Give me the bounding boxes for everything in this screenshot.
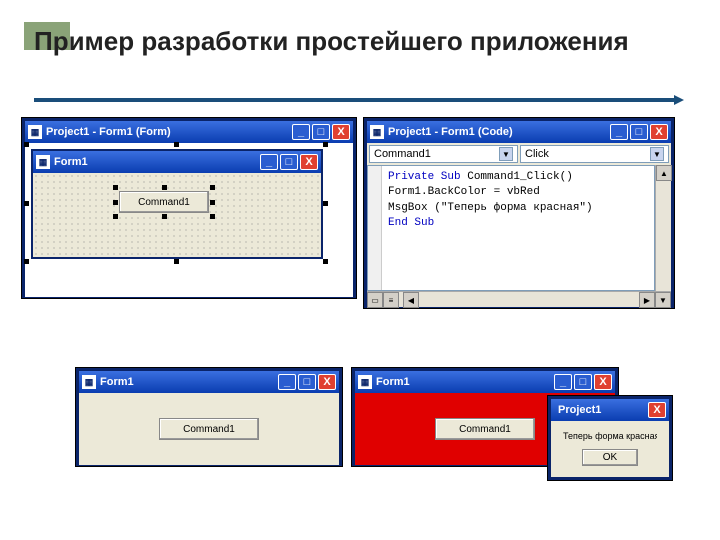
runtime-after-title: Form1 bbox=[376, 376, 552, 388]
object-dropdown-value: Command1 bbox=[374, 148, 431, 160]
maximize-button[interactable]: □ bbox=[298, 374, 316, 390]
scroll-left-icon[interactable]: ◀ bbox=[403, 292, 419, 308]
maximize-button[interactable]: □ bbox=[574, 374, 592, 390]
minimize-button[interactable]: _ bbox=[554, 374, 572, 390]
vb-icon: ▦ bbox=[370, 125, 384, 139]
designer-inner-titlebar[interactable]: ▦ Form1 _ □ X bbox=[33, 151, 321, 173]
maximize-button[interactable]: □ bbox=[630, 124, 648, 140]
view-full-icon[interactable]: ▭ bbox=[367, 292, 383, 308]
close-button[interactable]: X bbox=[594, 374, 612, 390]
minimize-button[interactable]: _ bbox=[278, 374, 296, 390]
msgbox-ok-button[interactable]: OK bbox=[582, 449, 638, 466]
minimize-button[interactable]: _ bbox=[260, 154, 278, 170]
runtime-before-titlebar[interactable]: ▦ Form1 _ □ X bbox=[79, 371, 339, 393]
close-button[interactable]: X bbox=[650, 124, 668, 140]
close-button[interactable]: X bbox=[332, 124, 350, 140]
event-dropdown[interactable]: Click ▼ bbox=[520, 145, 669, 163]
object-dropdown[interactable]: Command1 ▼ bbox=[369, 145, 518, 163]
designer-outer-title: Project1 - Form1 (Form) bbox=[46, 126, 290, 138]
form-icon: ▦ bbox=[358, 375, 372, 389]
code-line-2: Form1.BackColor = vbRed bbox=[388, 185, 648, 200]
code-title: Project1 - Form1 (Code) bbox=[388, 126, 608, 138]
code-editor[interactable]: Private Sub Command1_Click() Form1.BackC… bbox=[367, 165, 655, 291]
minimize-button[interactable]: _ bbox=[610, 124, 628, 140]
designer-inner-window: ▦ Form1 _ □ X Command1 bbox=[31, 149, 323, 259]
maximize-button[interactable]: □ bbox=[312, 124, 330, 140]
runtime-before-window: ▦ Form1 _ □ X Command1 bbox=[76, 368, 342, 466]
runtime-before-title: Form1 bbox=[100, 376, 276, 388]
vertical-scrollbar[interactable]: ▲ bbox=[655, 165, 671, 291]
designer-outer-titlebar[interactable]: ▦ Project1 - Form1 (Form) _ □ X bbox=[25, 121, 353, 143]
code-line-1: Private Sub Command1_Click() bbox=[388, 170, 648, 185]
close-button[interactable]: X bbox=[318, 374, 336, 390]
close-button[interactable]: X bbox=[648, 402, 666, 418]
form-icon: ▦ bbox=[36, 155, 50, 169]
form-icon: ▦ bbox=[82, 375, 96, 389]
runtime-after-command-button[interactable]: Command1 bbox=[435, 418, 535, 440]
msgbox-titlebar[interactable]: Project1 X bbox=[551, 399, 669, 421]
msgbox-window: Project1 X Теперь форма красная OK bbox=[548, 396, 672, 480]
code-line-4: End Sub bbox=[388, 216, 648, 231]
chevron-down-icon: ▼ bbox=[650, 147, 664, 161]
scroll-down-icon[interactable]: ▼ bbox=[655, 292, 671, 308]
code-window: ▦ Project1 - Form1 (Code) _ □ X Command1… bbox=[364, 118, 674, 308]
designer-outer-window: ▦ Project1 - Form1 (Form) _ □ X ▦ Form1 … bbox=[22, 118, 356, 298]
title-underline bbox=[34, 98, 674, 102]
code-line-3: MsgBox ("Теперь форма красная") bbox=[388, 201, 648, 216]
scroll-up-icon[interactable]: ▲ bbox=[656, 165, 672, 181]
designer-command-button[interactable]: Command1 bbox=[119, 191, 209, 213]
chevron-down-icon: ▼ bbox=[499, 147, 513, 161]
runtime-before-command-button[interactable]: Command1 bbox=[159, 418, 259, 440]
maximize-button[interactable]: □ bbox=[280, 154, 298, 170]
view-proc-icon[interactable]: ≡ bbox=[383, 292, 399, 308]
code-titlebar[interactable]: ▦ Project1 - Form1 (Code) _ □ X bbox=[367, 121, 671, 143]
minimize-button[interactable]: _ bbox=[292, 124, 310, 140]
page-title: Пример разработки простейшего приложения bbox=[34, 26, 629, 57]
scroll-right-icon[interactable]: ▶ bbox=[639, 292, 655, 308]
event-dropdown-value: Click bbox=[525, 148, 549, 160]
vb-icon: ▦ bbox=[28, 125, 42, 139]
runtime-after-titlebar[interactable]: ▦ Form1 _ □ X bbox=[355, 371, 615, 393]
close-button[interactable]: X bbox=[300, 154, 318, 170]
designer-command-button-wrap: Command1 bbox=[119, 191, 209, 213]
designer-inner-title: Form1 bbox=[54, 156, 258, 168]
msgbox-title: Project1 bbox=[558, 404, 646, 416]
code-margin bbox=[368, 166, 382, 290]
horizontal-scrollbar[interactable]: ▭ ≡ ◀ ▶ ▼ bbox=[367, 291, 671, 307]
msgbox-text: Теперь форма красная bbox=[563, 431, 657, 441]
